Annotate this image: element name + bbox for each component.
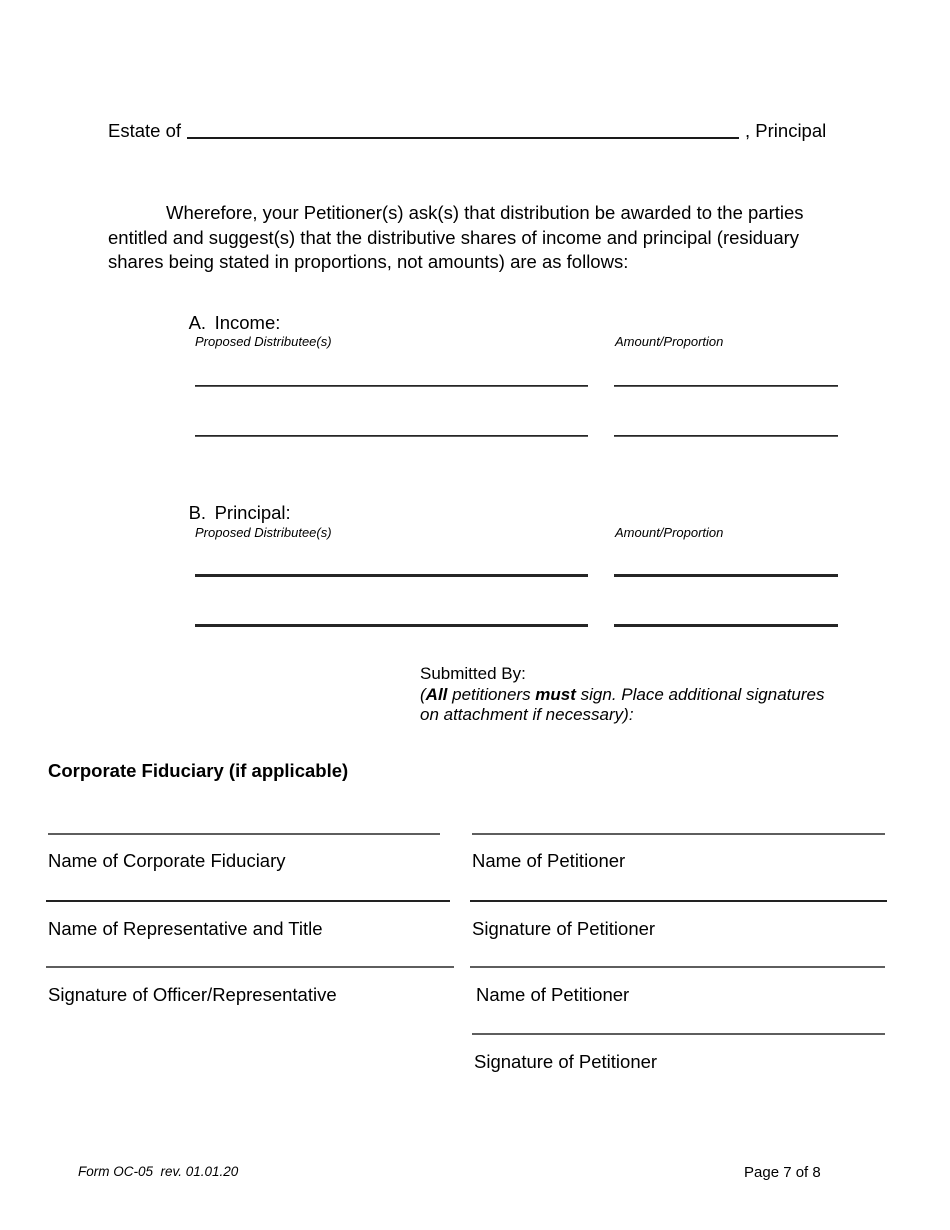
name-of-representative-and-title-label: Name of Representative and Title [48,918,323,939]
name-of-corporate-fiduciary-label: Name of Corporate Fiduciary [48,850,286,871]
name-of-representative-and-title-blank[interactable] [46,900,450,902]
estate-of-label: Estate of [108,120,182,141]
signature-of-petitioner-1-label: Signature of Petitioner [472,918,656,939]
section-b-row2-distributee-blank[interactable] [195,624,588,627]
submitted-by-note: (All petitioners must sign. Place additi… [420,685,840,726]
section-a-row2-amount-blank[interactable] [614,435,838,436]
section-a-marker: A. [188,312,207,333]
section-a-amount-header: Amount/Proportion [615,334,724,349]
section-b-marker: B. [188,502,207,523]
corporate-fiduciary-heading: Corporate Fiduciary (if applicable) [48,760,349,781]
signature-of-officer-representative-label: Signature of Officer/Representative [48,984,337,1005]
section-b-row1-amount-blank[interactable] [614,574,838,577]
page-number-footer: Page 7 of 8 [744,1164,821,1181]
section-b-title: Principal: [214,502,291,523]
name-of-petitioner-1-label: Name of Petitioner [472,850,626,871]
section-a-row1-distributee-blank[interactable] [195,385,588,386]
name-of-corporate-fiduciary-blank[interactable] [48,833,440,835]
form-id-footer: Form OC-05 rev. 01.01.20 [78,1164,239,1179]
estate-line: Estate of , Principal [108,120,868,142]
section-b-distributee-header: Proposed Distributee(s) [195,525,332,540]
section-a-distributee-header: Proposed Distributee(s) [195,334,332,349]
section-b-row1-distributee-blank[interactable] [195,574,588,577]
submitted-by-block: Submitted By: (All petitioners must sign… [420,664,840,726]
name-of-petitioner-2-blank[interactable] [470,966,885,968]
section-a-title: Income: [214,312,281,333]
section-a-row1-amount-blank[interactable] [614,385,838,386]
note-text-1: petitioners [447,684,536,704]
signature-of-officer-representative-blank[interactable] [46,966,454,968]
signature-of-petitioner-2-label: Signature of Petitioner [474,1051,658,1072]
form-page: Estate of , Principal Wherefore, your Pe… [0,0,950,1230]
estate-principal-suffix: , Principal [745,120,827,141]
note-must-emphasis: must [535,684,576,704]
section-b-row2-amount-blank[interactable] [614,624,838,627]
name-of-petitioner-2-label: Name of Petitioner [476,984,630,1005]
submitted-by-heading: Submitted By: [420,664,526,683]
wherefore-paragraph: Wherefore, your Petitioner(s) ask(s) tha… [108,202,804,272]
section-b-amount-header: Amount/Proportion [615,525,724,540]
note-all-emphasis: All [425,684,448,704]
estate-name-blank[interactable] [187,137,740,138]
name-of-petitioner-1-blank[interactable] [472,833,885,835]
signature-of-petitioner-2-blank[interactable] [472,1033,885,1035]
section-a-row2-distributee-blank[interactable] [195,435,588,436]
signature-of-petitioner-1-blank[interactable] [470,900,887,902]
